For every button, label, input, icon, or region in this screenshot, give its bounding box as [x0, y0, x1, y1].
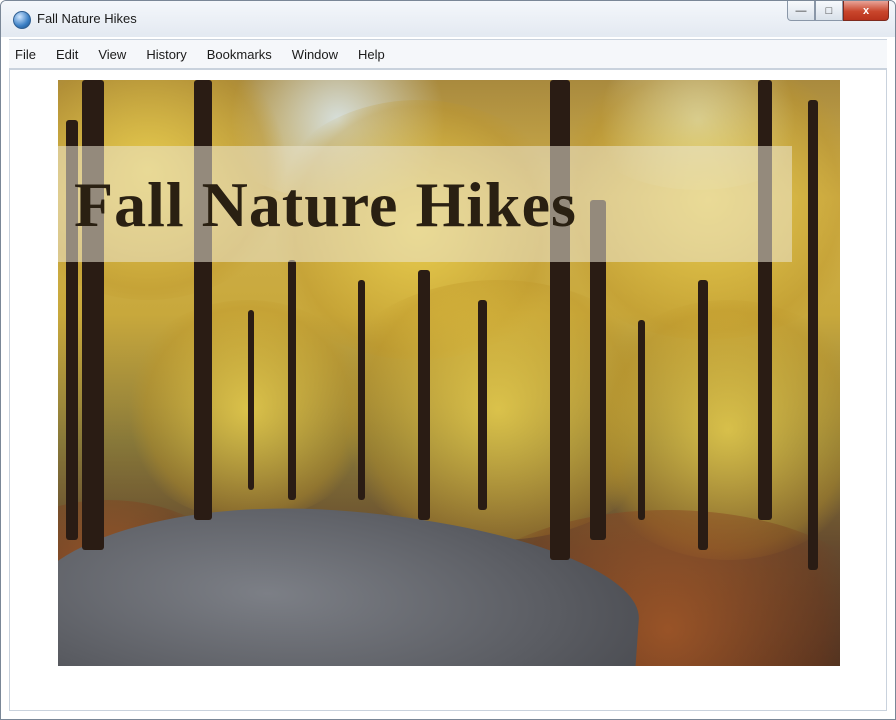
- menu-help[interactable]: Help: [358, 47, 385, 62]
- caption-buttons: — □ x: [787, 1, 889, 25]
- window-title: Fall Nature Hikes: [37, 11, 137, 26]
- globe-icon: [13, 11, 31, 29]
- menu-window[interactable]: Window: [292, 47, 338, 62]
- menu-edit[interactable]: Edit: [56, 47, 78, 62]
- minimize-icon: —: [795, 4, 807, 17]
- heading-band: Fall Nature Hikes: [58, 146, 792, 262]
- title-bar[interactable]: Fall Nature Hikes — □ x: [1, 1, 895, 37]
- menu-view[interactable]: View: [98, 47, 126, 62]
- maximize-button[interactable]: □: [815, 1, 843, 21]
- menu-bookmarks[interactable]: Bookmarks: [207, 47, 272, 62]
- menu-file[interactable]: File: [15, 47, 36, 62]
- menu-history[interactable]: History: [146, 47, 186, 62]
- maximize-icon: □: [825, 4, 833, 17]
- page-heading: Fall Nature Hikes: [74, 169, 577, 240]
- menu-bar: File Edit View History Bookmarks Window …: [9, 39, 887, 69]
- minimize-button[interactable]: —: [787, 1, 815, 21]
- page-content: Fall Nature Hikes: [9, 69, 887, 711]
- close-button[interactable]: x: [843, 1, 889, 21]
- browser-window: Fall Nature Hikes — □ x File Edit View H…: [0, 0, 896, 720]
- close-icon: x: [862, 4, 870, 17]
